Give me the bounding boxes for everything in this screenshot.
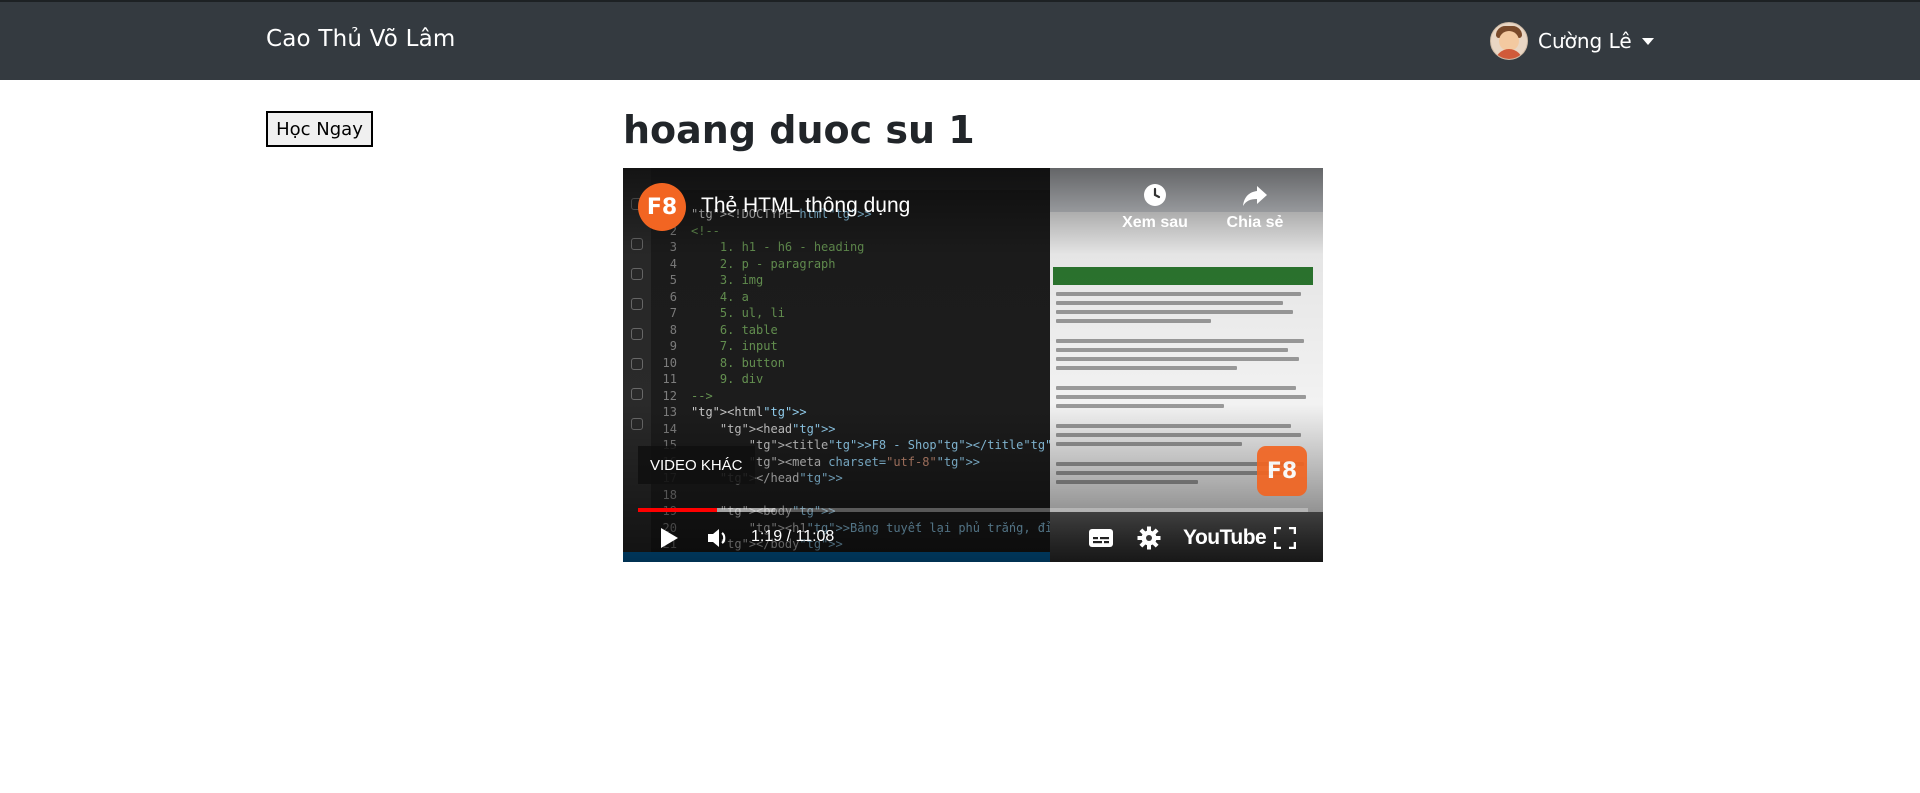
play-button[interactable] [651, 518, 687, 558]
channel-watermark[interactable]: F8 [1257, 446, 1307, 496]
caret-down-icon [1641, 37, 1654, 45]
video-progress-bar[interactable] [638, 508, 1308, 512]
channel-logo[interactable]: F8 [638, 183, 686, 231]
share-label: Chia sẻ [1226, 214, 1284, 231]
watch-later-button[interactable]: Xem sau [1110, 182, 1200, 232]
video-time: 1:19 / 11:08 [751, 528, 835, 545]
volume-icon [708, 529, 726, 547]
more-videos-button[interactable]: VIDEO KHÁC [638, 446, 755, 484]
subtitles-icon [1089, 529, 1113, 547]
avatar [1490, 22, 1528, 60]
user-name: Cường Lê [1538, 29, 1632, 53]
video-controls: 1:19 / 11:08 YouTube [623, 518, 1323, 558]
gear-icon [1137, 526, 1161, 550]
page-title: hoang duoc su 1 [623, 108, 975, 152]
fullscreen-icon [1274, 527, 1296, 549]
settings-button[interactable] [1131, 518, 1167, 558]
volume-button[interactable] [701, 518, 737, 558]
play-icon [661, 528, 678, 548]
share-button[interactable]: Chia sẻ [1210, 182, 1300, 232]
youtube-logo[interactable]: YouTube [1183, 526, 1267, 550]
fullscreen-button[interactable] [1267, 518, 1303, 558]
video-player[interactable]: 1"tg"><!DOCTYPE html"tg">>2<!--3 1. h1 -… [623, 168, 1323, 562]
watch-later-label: Xem sau [1122, 214, 1188, 231]
share-icon [1243, 186, 1267, 206]
clock-icon [1144, 184, 1166, 206]
brand-link[interactable]: Cao Thủ Võ Lâm [266, 26, 456, 52]
subtitles-button[interactable] [1083, 518, 1119, 558]
learn-now-button[interactable]: Học Ngay [266, 111, 373, 147]
user-menu-toggle[interactable]: Cường Lê [1490, 22, 1654, 60]
video-title[interactable]: Thẻ HTML thông dụng [701, 194, 910, 218]
top-navbar: Cao Thủ Võ Lâm Cường Lê [0, 0, 1920, 80]
progress-played [638, 508, 718, 512]
